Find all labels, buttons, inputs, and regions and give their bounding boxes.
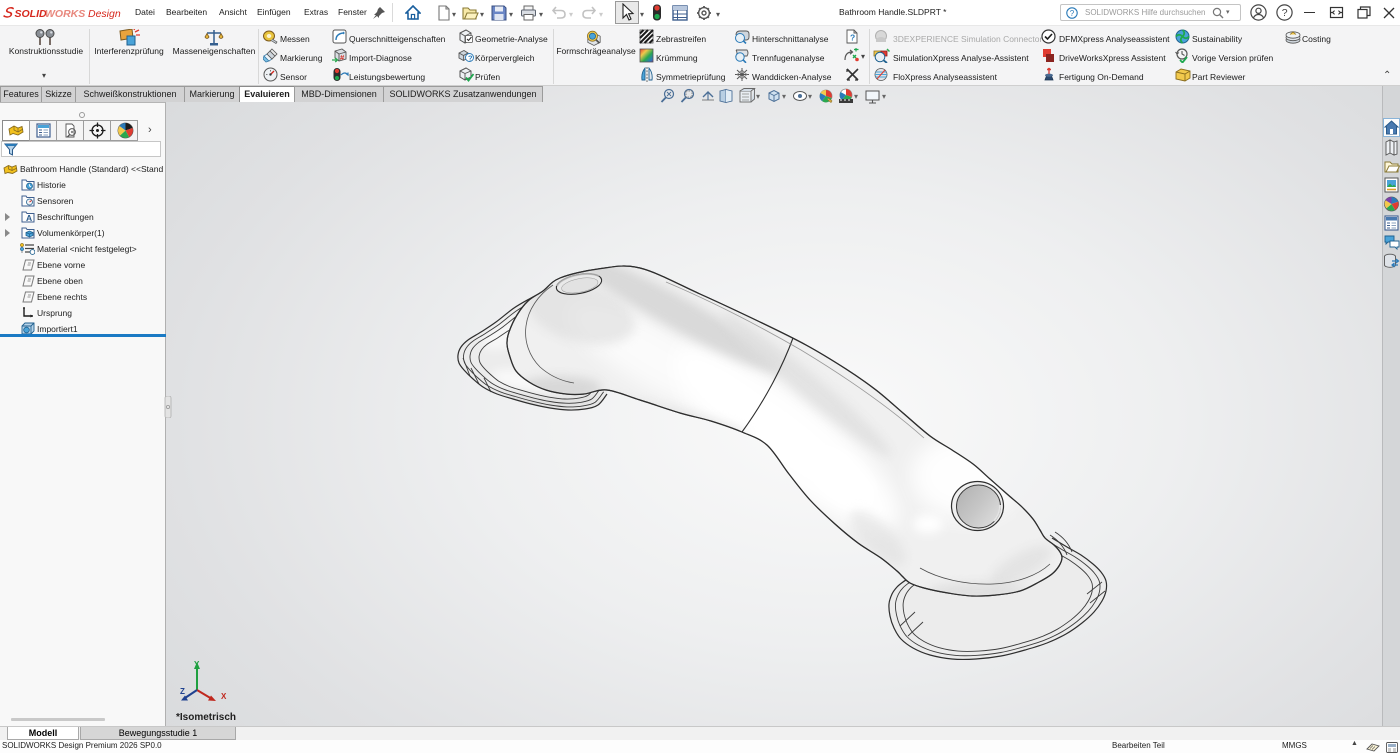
svg-text:Z: Z (180, 687, 185, 696)
svg-text:SOLID: SOLID (15, 8, 48, 20)
svg-text:?: ? (1282, 7, 1288, 19)
svg-text:X: X (221, 692, 227, 701)
svg-text:Design: Design (88, 8, 121, 20)
svg-text:?: ? (1070, 9, 1075, 18)
svg-text:WORKS: WORKS (45, 8, 85, 20)
svg-text:?: ? (850, 33, 855, 43)
svg-text:A: A (26, 213, 32, 223)
svg-text:?: ? (468, 53, 473, 62)
svg-text:Y: Y (194, 660, 200, 669)
